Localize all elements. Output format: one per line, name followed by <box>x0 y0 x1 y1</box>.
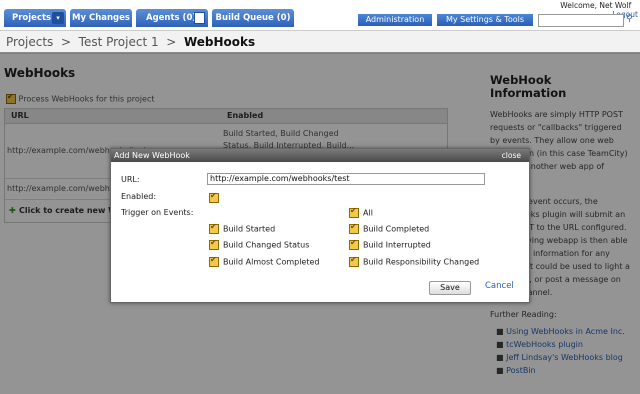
breadcrumb-project[interactable]: Test Project 1 <box>79 35 159 49</box>
event-build-completed[interactable]: Build Completed <box>349 222 430 234</box>
url-input[interactable]: http://example.com/webhooks/test <box>207 173 485 185</box>
enabled-label: Enabled: <box>121 192 157 201</box>
tab-projects[interactable]: Projects ▾ <box>4 9 66 27</box>
build-responsibility-changed-checkbox[interactable] <box>349 255 359 267</box>
chevron-down-icon[interactable]: ▾ <box>52 12 64 24</box>
build-interrupted-label: Build Interrupted <box>363 240 431 250</box>
build-completed-checkbox[interactable] <box>349 222 359 234</box>
breadcrumb-current: WebHooks <box>183 35 256 49</box>
tab-agents-label: Agents (0) <box>146 13 197 23</box>
search-icon[interactable]: ⚲ <box>626 14 633 24</box>
save-button[interactable]: Save <box>429 281 471 295</box>
search-input[interactable] <box>538 14 624 27</box>
build-completed-label: Build Completed <box>363 224 430 234</box>
agents-status-icon <box>194 12 205 24</box>
build-almost-completed-checkbox[interactable] <box>209 255 219 267</box>
tab-agents[interactable]: Agents (0) <box>136 9 208 27</box>
add-webhook-dialog: Add New WebHook close URL: http://exampl… <box>110 148 530 303</box>
breadcrumb-trail: Projects > Test Project 1 > WebHooks <box>6 35 255 49</box>
event-build-changed-status[interactable]: Build Changed Status <box>209 238 310 250</box>
build-changed-status-checkbox[interactable] <box>209 238 219 250</box>
breadcrumb-separator-icon: > <box>57 35 75 49</box>
event-all-option[interactable]: All <box>349 206 373 218</box>
welcome-text: Welcome, Net Wolf <box>560 1 632 10</box>
build-changed-status-label: Build Changed Status <box>223 240 310 250</box>
my-settings-button[interactable]: My Settings & Tools <box>437 14 533 26</box>
user-greeting: Welcome, Net Wolf <box>560 1 636 10</box>
url-label: URL: <box>121 175 140 184</box>
enabled-checkbox[interactable] <box>209 191 219 203</box>
all-label: All <box>363 208 373 218</box>
cancel-button[interactable]: Cancel <box>485 281 514 291</box>
build-responsibility-changed-label: Build Responsibility Changed <box>363 257 480 267</box>
build-started-label: Build Started <box>223 224 276 234</box>
dialog-header: Add New WebHook close <box>111 149 529 162</box>
top-navigation: Projects ▾ My Changes Agents (0) Build Q… <box>0 0 640 30</box>
event-build-started[interactable]: Build Started <box>209 222 276 234</box>
event-build-responsibility-changed[interactable]: Build Responsibility Changed <box>349 255 480 267</box>
breadcrumb-separator-icon: > <box>162 35 181 49</box>
build-started-checkbox[interactable] <box>209 222 219 234</box>
build-almost-completed-label: Build Almost Completed <box>223 257 320 267</box>
build-interrupted-checkbox[interactable] <box>349 238 359 250</box>
breadcrumb-projects[interactable]: Projects <box>6 35 53 49</box>
all-checkbox[interactable] <box>349 206 359 218</box>
tab-projects-label: Projects <box>12 13 52 23</box>
tab-build-queue[interactable]: Build Queue (0) <box>212 9 294 27</box>
dialog-title: Add New WebHook <box>114 151 190 160</box>
trigger-events-label: Trigger on Events: <box>121 208 194 217</box>
event-build-almost-completed[interactable]: Build Almost Completed <box>209 255 320 267</box>
tab-my-changes[interactable]: My Changes <box>70 9 132 27</box>
dialog-close-button[interactable]: close <box>502 149 521 162</box>
event-build-interrupted[interactable]: Build Interrupted <box>349 238 431 250</box>
administration-button[interactable]: Administration <box>358 14 432 26</box>
breadcrumb: Projects > Test Project 1 > WebHooks <box>0 30 640 54</box>
